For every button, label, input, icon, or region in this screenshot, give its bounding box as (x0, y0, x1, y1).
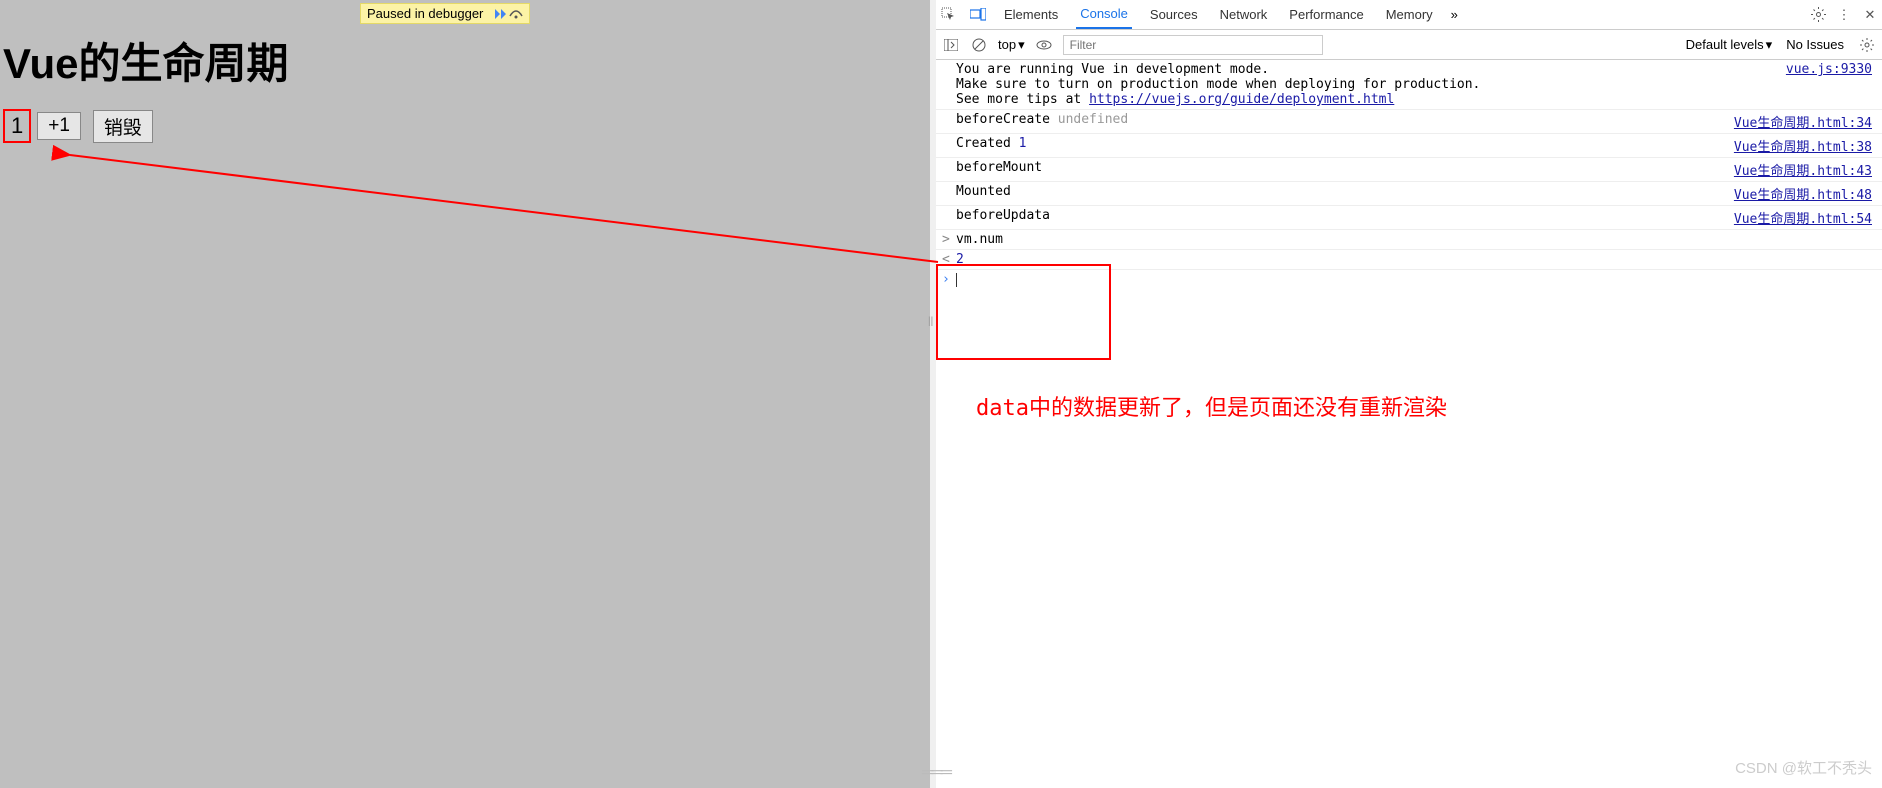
destroy-button[interactable]: 销毁 (93, 110, 153, 143)
devtools-tabs: Elements Console Sources Network Perform… (936, 0, 1882, 30)
log-source-link[interactable]: Vue生命周期.html:43 (1734, 160, 1872, 179)
log-row: < 2 (936, 250, 1882, 270)
clear-console-icon[interactable] (970, 36, 988, 54)
issues-indicator[interactable]: No Issues (1786, 37, 1844, 52)
log-source-link[interactable]: vue.js:9330 (1786, 62, 1872, 77)
live-expression-icon[interactable] (1035, 36, 1053, 54)
log-row: You are running Vue in development mode.… (936, 60, 1882, 110)
watermark: CSDN @软工不秃头 (1735, 757, 1872, 778)
log-text: You are running Vue in development mode.… (956, 62, 1786, 107)
log-source-link[interactable]: Vue生命周期.html:54 (1734, 208, 1872, 227)
counter-value: 1 (3, 109, 31, 143)
log-text: Created 1 (956, 136, 1734, 151)
tab-performance[interactable]: Performance (1285, 1, 1367, 28)
context-selector[interactable]: top ▾ (998, 37, 1025, 53)
device-toolbar-icon[interactable] (970, 7, 986, 23)
page-title: Vue的生命周期 (3, 30, 930, 91)
log-source-link[interactable]: Vue生命周期.html:34 (1734, 112, 1872, 131)
chevron-down-icon: ▾ (1018, 37, 1025, 53)
log-row: Created 1 Vue生命周期.html:38 (936, 134, 1882, 158)
counter-row: 1 +1 销毁 (3, 109, 930, 143)
tab-memory[interactable]: Memory (1382, 1, 1437, 28)
tab-sources[interactable]: Sources (1146, 1, 1202, 28)
log-text: vm.num (956, 232, 1872, 247)
console-output: You are running Vue in development mode.… (936, 60, 1882, 788)
log-row: > vm.num (936, 230, 1882, 250)
log-text: beforeCreate undefined (956, 112, 1734, 127)
input-marker-icon: > (942, 232, 950, 247)
devtools-panel: Elements Console Sources Network Perform… (936, 0, 1882, 788)
debug-banner-text: Paused in debugger (367, 6, 483, 21)
resume-icon[interactable] (493, 7, 507, 21)
log-row: beforeUpdata Vue生命周期.html:54 (936, 206, 1882, 230)
console-settings-gear-icon[interactable] (1858, 36, 1876, 54)
chevron-down-icon: ▾ (1766, 37, 1773, 53)
rendered-page: Paused in debugger Vue的生命周期 1 +1 销毁 (0, 0, 930, 788)
log-row: beforeMount Vue生命周期.html:43 (936, 158, 1882, 182)
log-text: beforeMount (956, 160, 1734, 175)
settings-gear-icon[interactable] (1810, 7, 1826, 23)
console-toolbar: top ▾ Default levels ▾ No Issues (936, 30, 1882, 60)
tab-network[interactable]: Network (1216, 1, 1272, 28)
step-over-icon[interactable] (509, 7, 523, 21)
sidebar-toggle-icon[interactable] (942, 36, 960, 54)
log-inline-link[interactable]: https://vuejs.org/guide/deployment.html (1089, 92, 1394, 107)
tab-elements[interactable]: Elements (1000, 1, 1062, 28)
log-source-link[interactable]: Vue生命周期.html:48 (1734, 184, 1872, 203)
log-levels-dropdown[interactable]: Default levels ▾ (1686, 37, 1773, 53)
cursor (956, 273, 957, 287)
log-text: 2 (956, 252, 1872, 267)
annotation-text: data中的数据更新了，但是页面还没有重新渲染 (976, 390, 1447, 422)
output-marker-icon: < (942, 252, 950, 267)
grip-icon: || (928, 316, 933, 327)
log-row: Mounted Vue生命周期.html:48 (936, 182, 1882, 206)
log-text: Mounted (956, 184, 1734, 199)
kebab-menu-icon[interactable]: ⋮ (1836, 7, 1852, 23)
increment-button[interactable]: +1 (37, 112, 81, 140)
close-icon[interactable]: ✕ (1862, 7, 1878, 23)
tabs-overflow-icon[interactable]: » (1451, 7, 1458, 22)
tab-console[interactable]: Console (1076, 0, 1132, 29)
debugger-paused-banner: Paused in debugger (360, 3, 530, 24)
log-source-link[interactable]: Vue生命周期.html:38 (1734, 136, 1872, 155)
log-row: beforeCreate undefined Vue生命周期.html:34 (936, 110, 1882, 134)
filter-input[interactable] (1063, 35, 1323, 55)
prompt-caret-icon: › (942, 272, 950, 287)
console-prompt[interactable]: › (936, 270, 1882, 289)
inspect-icon[interactable] (940, 7, 956, 23)
log-text: beforeUpdata (956, 208, 1734, 223)
